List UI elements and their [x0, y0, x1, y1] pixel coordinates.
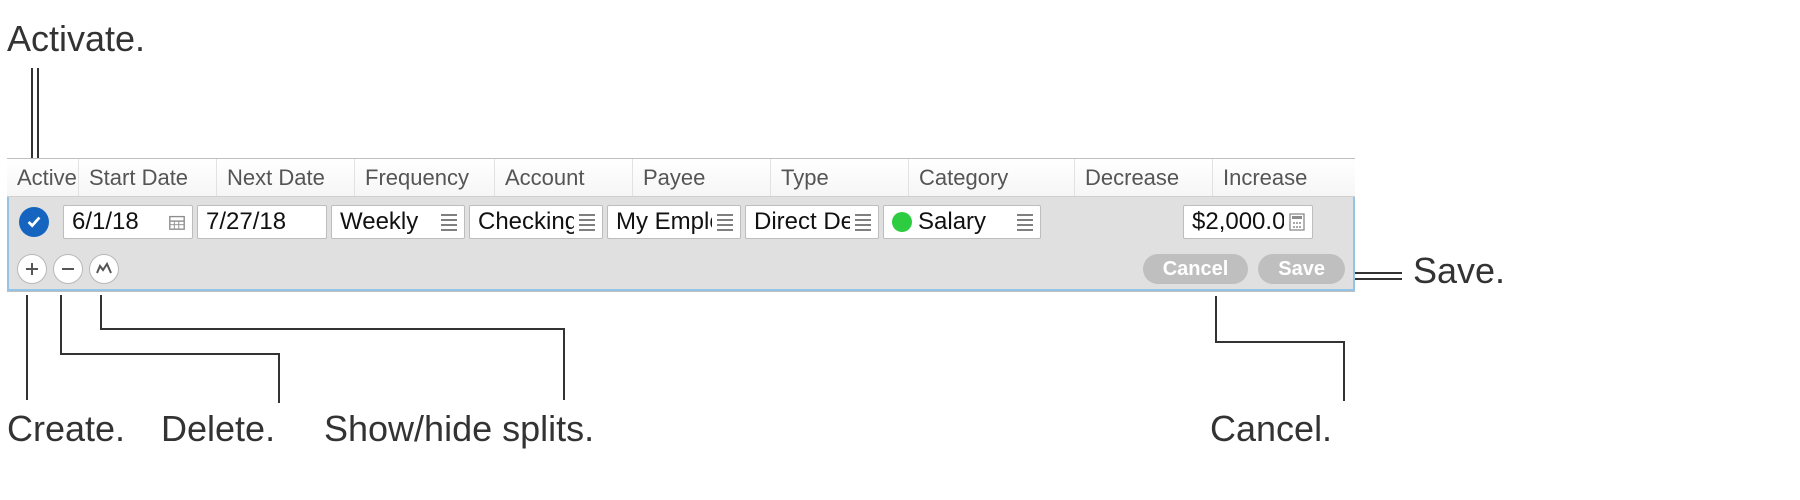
- payee-value: My Emplo: [616, 208, 712, 236]
- scheduled-transaction-editor: Active Start Date Next Date Frequency Ac…: [7, 158, 1355, 292]
- header-frequency: Frequency: [355, 159, 495, 196]
- list-icon: [1014, 214, 1036, 231]
- callout-create: Create.: [7, 408, 125, 450]
- list-icon: [576, 214, 598, 231]
- header-payee: Payee: [633, 159, 771, 196]
- calendar-icon: [166, 213, 188, 231]
- header-start-date: Start Date: [79, 159, 217, 196]
- frequency-field[interactable]: Weekly: [331, 205, 465, 239]
- account-value: Checking: [478, 208, 574, 236]
- header-category: Category: [909, 159, 1075, 196]
- delete-button[interactable]: [53, 254, 83, 284]
- category-field[interactable]: Salary: [883, 205, 1041, 239]
- account-field[interactable]: Checking: [469, 205, 603, 239]
- header-type: Type: [771, 159, 909, 196]
- header-active: Active: [7, 159, 79, 196]
- category-color-dot: [892, 212, 912, 232]
- list-icon: [438, 214, 460, 231]
- save-button[interactable]: Save: [1258, 254, 1345, 284]
- splits-icon: [95, 261, 113, 277]
- callout-save: Save.: [1413, 250, 1505, 292]
- callout-activate: Activate.: [7, 18, 145, 60]
- create-button[interactable]: [17, 254, 47, 284]
- splits-button[interactable]: [89, 254, 119, 284]
- callout-delete: Delete.: [161, 408, 275, 450]
- plus-icon: [24, 261, 40, 277]
- toolbar: Cancel Save: [7, 247, 1355, 291]
- checkmark-icon: [25, 213, 43, 231]
- increase-field[interactable]: $2,000.00: [1183, 205, 1313, 239]
- callout-cancel: Cancel.: [1210, 408, 1332, 450]
- list-icon: [714, 214, 736, 231]
- transaction-row: 6/1/18 7/27/18 Weekly Checking My Emplo …: [7, 197, 1355, 247]
- column-headers: Active Start Date Next Date Frequency Ac…: [7, 159, 1355, 197]
- callout-show-splits: Show/hide splits.: [324, 408, 594, 450]
- next-date-value: 7/27/18: [206, 208, 322, 236]
- payee-field[interactable]: My Emplo: [607, 205, 741, 239]
- cancel-button[interactable]: Cancel: [1143, 254, 1249, 284]
- increase-value: $2,000.00: [1192, 208, 1284, 236]
- next-date-field[interactable]: 7/27/18: [197, 205, 327, 239]
- activate-toggle[interactable]: [19, 207, 49, 237]
- category-value: Salary: [918, 208, 1012, 236]
- header-decrease: Decrease: [1075, 159, 1213, 196]
- header-next-date: Next Date: [217, 159, 355, 196]
- header-account: Account: [495, 159, 633, 196]
- start-date-value: 6/1/18: [72, 208, 164, 236]
- type-field[interactable]: Direct De: [745, 205, 879, 239]
- type-value: Direct De: [754, 208, 850, 236]
- header-increase: Increase: [1213, 159, 1350, 196]
- start-date-field[interactable]: 6/1/18: [63, 205, 193, 239]
- frequency-value: Weekly: [340, 208, 436, 236]
- calculator-icon: [1286, 213, 1308, 231]
- minus-icon: [60, 261, 76, 277]
- list-icon: [852, 214, 874, 231]
